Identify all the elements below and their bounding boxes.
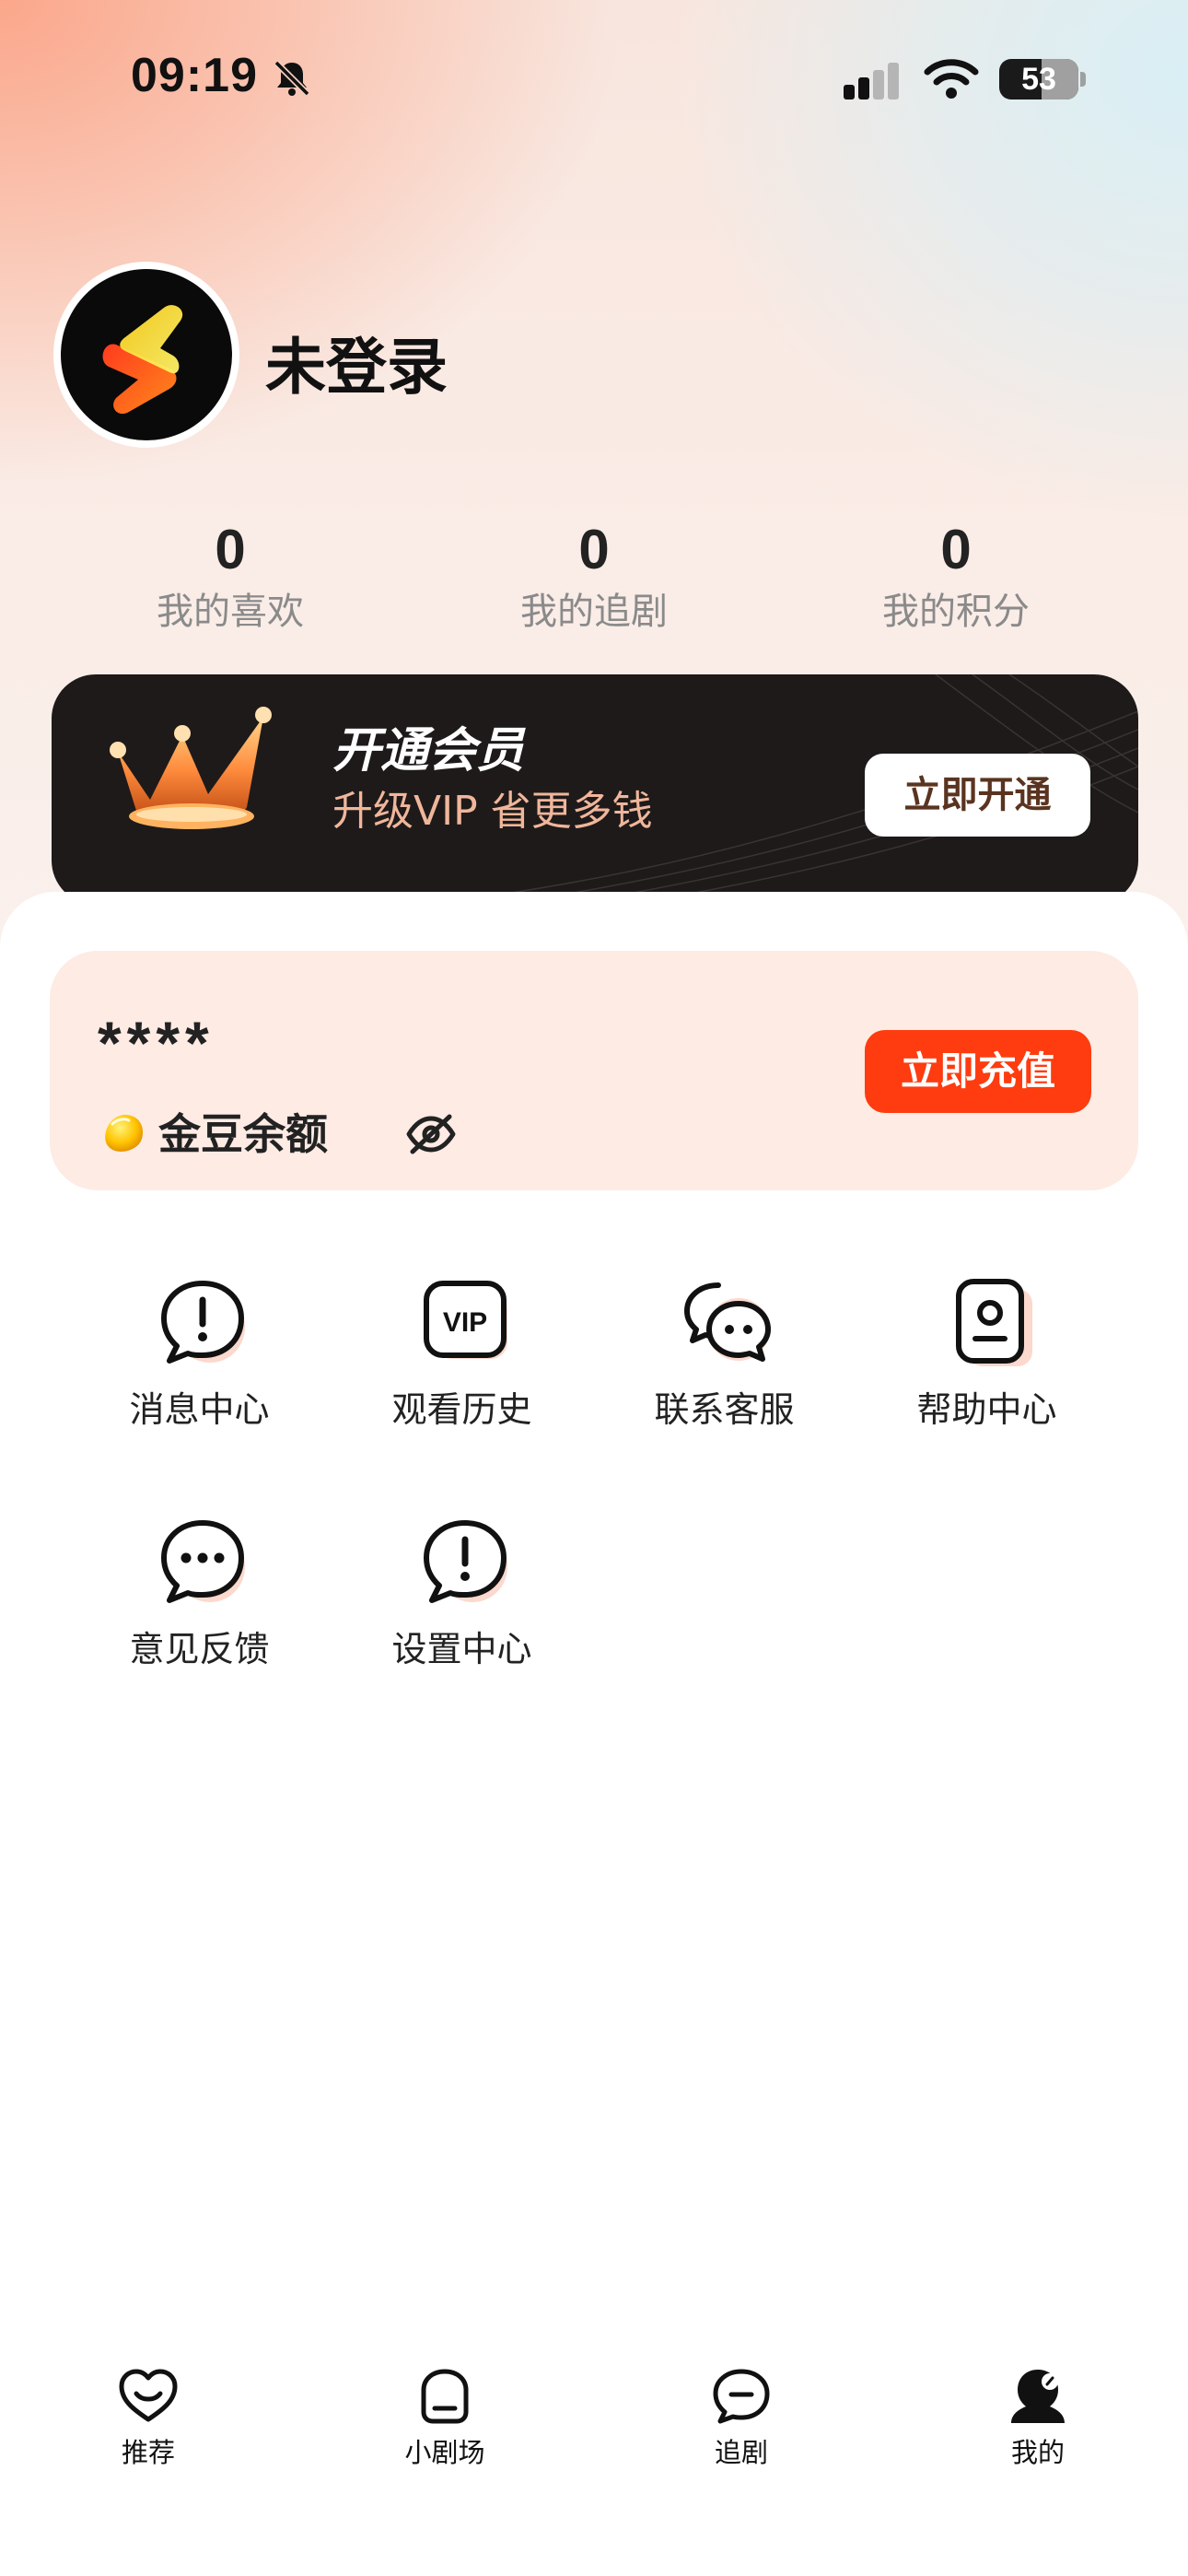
vip-badge-icon: VIP	[424, 1281, 507, 1359]
eye-off-icon[interactable]	[405, 1111, 457, 1157]
avatar[interactable]	[53, 262, 239, 448]
stat-likes-value: 0	[215, 519, 246, 580]
status-time: 09:19	[131, 49, 258, 102]
tab-theater[interactable]: 小剧场	[297, 2340, 593, 2488]
chat-minus-icon	[713, 2369, 770, 2424]
battery-tip	[1080, 72, 1086, 87]
menu-label: 设置中心	[391, 1629, 532, 1669]
cellular-signal-icon	[844, 63, 899, 100]
bottom-tab-bar: 推荐 小剧场 追剧 我的	[0, 2340, 1188, 2488]
app-logo-icon	[61, 269, 232, 440]
vip-banner[interactable]: 开通会员 升级VIP 省更多钱 立即开通	[52, 674, 1138, 905]
menu-label: 意见反馈	[129, 1629, 270, 1669]
username[interactable]: 未登录	[265, 318, 448, 406]
alert-bubble-icon	[161, 1281, 245, 1364]
gold-bean-icon	[105, 1115, 144, 1152]
stat-likes-label: 我的喜欢	[157, 591, 304, 633]
tab-label: 小剧场	[404, 2437, 485, 2468]
menu-label: 观看历史	[391, 1389, 532, 1430]
stat-following-value: 0	[578, 519, 610, 580]
stats-row: 0 我的喜欢 0 我的追剧 0 我的积分	[0, 516, 1188, 645]
menu-customer-service[interactable]: 联系客服	[593, 1276, 856, 1460]
theater-icon	[421, 2369, 469, 2424]
menu-settings-center[interactable]: 设置中心	[331, 1516, 593, 1700]
svg-text:VIP: VIP	[443, 1307, 487, 1338]
menu-message-center[interactable]: 消息中心	[68, 1276, 331, 1460]
open-vip-button[interactable]: 立即开通	[865, 754, 1090, 837]
recharge-button[interactable]: 立即充值	[865, 1030, 1091, 1113]
menu-help-center[interactable]: 帮助中心	[856, 1276, 1118, 1460]
stat-points-label: 我的积分	[882, 591, 1030, 633]
bell-muted-icon	[274, 60, 310, 97]
alert-bubble-icon	[424, 1520, 507, 1603]
heart-smile-icon	[119, 2369, 178, 2422]
tab-label: 追剧	[714, 2437, 768, 2468]
stat-likes[interactable]: 0 我的喜欢	[64, 516, 396, 639]
stat-points[interactable]: 0 我的积分	[790, 516, 1122, 639]
vip-subtitle: 升级VIP 省更多钱	[332, 788, 653, 835]
balance-value: ****	[98, 1009, 215, 1077]
tab-recommend[interactable]: 推荐	[0, 2340, 297, 2488]
menu-feedback[interactable]: 意见反馈	[68, 1516, 331, 1700]
status-bar: 09:19 53	[0, 0, 1188, 157]
profile-filled-icon	[1011, 2370, 1065, 2423]
chat-bubbles-icon	[684, 1282, 771, 1362]
balance-card: **** 金豆余额 立即充值	[50, 951, 1138, 1190]
tab-following[interactable]: 追剧	[593, 2340, 890, 2488]
dots-bubble-icon	[161, 1520, 245, 1603]
profile-screen: 09:19 53 未登录 0 我的喜欢 0 我的追剧 0 我的积分 开通会员 升…	[0, 0, 1188, 2576]
stat-points-value: 0	[940, 519, 972, 580]
stat-following[interactable]: 0 我的追剧	[428, 516, 760, 639]
menu-label: 联系客服	[654, 1389, 795, 1430]
menu-label: 帮助中心	[916, 1389, 1057, 1430]
battery-percent: 53	[1021, 62, 1056, 97]
stat-following-label: 我的追剧	[520, 591, 668, 633]
menu-label: 消息中心	[129, 1389, 270, 1430]
vip-title: 开通会员	[332, 723, 525, 779]
id-card-icon	[956, 1279, 1032, 1366]
tab-label: 我的	[1010, 2437, 1065, 2468]
tab-label: 推荐	[121, 2437, 175, 2468]
wifi-icon	[924, 59, 979, 99]
crown-icon	[110, 707, 272, 829]
menu-watch-history[interactable]: VIP 观看历史	[331, 1276, 593, 1460]
tab-mine[interactable]: 我的	[890, 2340, 1186, 2488]
battery-icon: 53	[999, 59, 1078, 100]
balance-label: 金豆余额	[158, 1109, 328, 1159]
